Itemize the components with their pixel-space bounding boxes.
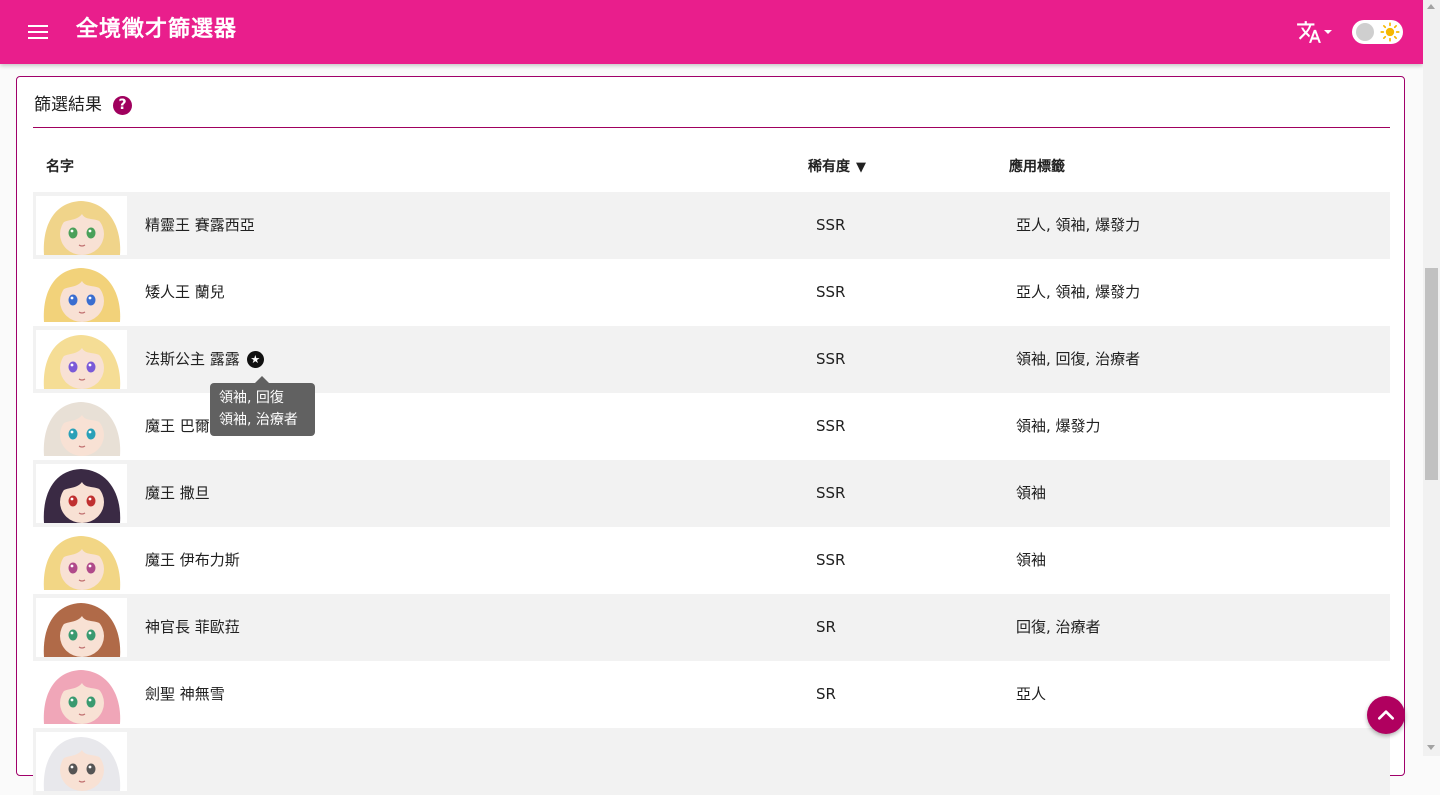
menu-icon[interactable] bbox=[26, 20, 50, 44]
column-header-rarity-label: 稀有度 bbox=[808, 159, 850, 175]
character-name-text: 神官長 菲歐菈 bbox=[145, 618, 240, 636]
rarity-cell: SSR bbox=[816, 484, 846, 502]
rarity-cell: SSR bbox=[816, 283, 846, 301]
star-icon[interactable]: ★ bbox=[246, 351, 264, 368]
chevron-up-icon bbox=[1378, 710, 1394, 720]
scroll-up-arrow-icon[interactable] bbox=[1427, 4, 1435, 9]
character-avatar bbox=[36, 665, 127, 724]
character-avatar bbox=[36, 531, 127, 590]
tooltip-line: 領袖, 回復 bbox=[219, 390, 284, 406]
rarity-cell: SR bbox=[816, 618, 836, 636]
tags-cell: 領袖, 回復, 治療者 bbox=[1016, 350, 1141, 368]
divider bbox=[33, 127, 1390, 128]
character-avatar bbox=[36, 196, 127, 255]
character-avatar bbox=[36, 330, 127, 389]
table-row[interactable] bbox=[33, 728, 1390, 795]
app-title: 全境徵才篩選器 bbox=[76, 17, 238, 42]
column-header-tags[interactable]: 應用標籤 bbox=[1009, 157, 1065, 177]
character-name-text: 魔王 撒旦 bbox=[145, 484, 210, 502]
rarity-cell: SSR bbox=[816, 216, 846, 234]
rarity-cell: SSR bbox=[816, 417, 846, 435]
character-name: 精靈王 賽露西亞 bbox=[145, 214, 255, 236]
character-avatar bbox=[36, 397, 127, 456]
character-name-text: 矮人王 蘭兒 bbox=[145, 283, 225, 301]
character-name: 神官長 菲歐菈 bbox=[145, 616, 240, 638]
tags-cell: 領袖, 爆發力 bbox=[1016, 417, 1101, 435]
app-bar: 全境徵才篩選器 bbox=[0, 0, 1423, 64]
tags-cell: 亞人 bbox=[1016, 685, 1047, 703]
tooltip-line: 領袖, 治療者 bbox=[219, 412, 298, 428]
scroll-down-arrow-icon[interactable] bbox=[1427, 745, 1435, 750]
help-icon[interactable]: ? bbox=[113, 96, 132, 115]
column-header-tags-label: 應用標籤 bbox=[1009, 159, 1065, 175]
character-name: 魔王 巴爾 bbox=[145, 415, 210, 437]
column-header-name-label: 名字 bbox=[46, 159, 74, 175]
results-title: 篩選結果 bbox=[34, 95, 102, 115]
language-button[interactable] bbox=[1296, 19, 1336, 47]
character-avatar bbox=[36, 464, 127, 523]
theme-toggle[interactable] bbox=[1352, 20, 1403, 44]
sort-desc-icon: ▼ bbox=[856, 160, 866, 175]
page-scrollbar[interactable] bbox=[1423, 0, 1440, 756]
tags-cell: 領袖 bbox=[1016, 484, 1047, 502]
column-header-rarity[interactable]: 稀有度 ▼ bbox=[808, 157, 866, 178]
scroll-to-top-button[interactable] bbox=[1367, 696, 1405, 734]
tag-tooltip: 領袖, 回復 領袖, 治療者 bbox=[210, 376, 315, 436]
character-name-text: 法斯公主 露露 bbox=[145, 350, 240, 368]
character-name-text: 精靈王 賽露西亞 bbox=[145, 216, 255, 234]
translate-icon bbox=[1297, 21, 1321, 43]
tags-cell: 亞人, 領袖, 爆發力 bbox=[1016, 283, 1141, 301]
table-row[interactable]: 魔王 伊布力斯 SSR 領袖 bbox=[33, 527, 1390, 594]
rarity-cell: SSR bbox=[816, 350, 846, 368]
character-name-text: 魔王 巴爾 bbox=[145, 417, 210, 435]
character-name: 魔王 伊布力斯 bbox=[145, 549, 240, 571]
chevron-down-icon bbox=[1324, 30, 1332, 34]
character-name-text: 劍聖 神無雪 bbox=[145, 685, 225, 703]
table-row[interactable]: 矮人王 蘭兒 SSR 亞人, 領袖, 爆發力 bbox=[33, 259, 1390, 326]
character-name: 矮人王 蘭兒 bbox=[145, 281, 225, 303]
character-name: 法斯公主 露露 ★ bbox=[145, 348, 264, 370]
table-row[interactable]: 精靈王 賽露西亞 SSR 亞人, 領袖, 爆發力 bbox=[33, 192, 1390, 259]
tags-cell: 亞人, 領袖, 爆發力 bbox=[1016, 216, 1141, 234]
tooltip-arrow bbox=[255, 376, 269, 383]
scroll-thumb[interactable] bbox=[1425, 268, 1438, 480]
table-row[interactable]: 魔王 撒旦 SSR 領袖 bbox=[33, 460, 1390, 527]
table-row[interactable]: 劍聖 神無雪 SR 亞人 bbox=[33, 661, 1390, 728]
character-avatar bbox=[36, 598, 127, 657]
character-name-text: 魔王 伊布力斯 bbox=[145, 551, 240, 569]
toggle-knob bbox=[1356, 23, 1374, 41]
column-header-name[interactable]: 名字 bbox=[46, 157, 74, 177]
sun-icon bbox=[1380, 22, 1400, 42]
rarity-cell: SSR bbox=[816, 551, 846, 569]
rarity-cell: SR bbox=[816, 685, 836, 703]
character-avatar bbox=[36, 732, 127, 791]
table-row[interactable]: 神官長 菲歐菈 SR 回復, 治療者 bbox=[33, 594, 1390, 661]
character-avatar bbox=[36, 263, 127, 322]
tags-cell: 領袖 bbox=[1016, 551, 1047, 569]
character-name: 魔王 撒旦 bbox=[145, 482, 210, 504]
character-name: 劍聖 神無雪 bbox=[145, 683, 225, 705]
tags-cell: 回復, 治療者 bbox=[1016, 618, 1101, 636]
